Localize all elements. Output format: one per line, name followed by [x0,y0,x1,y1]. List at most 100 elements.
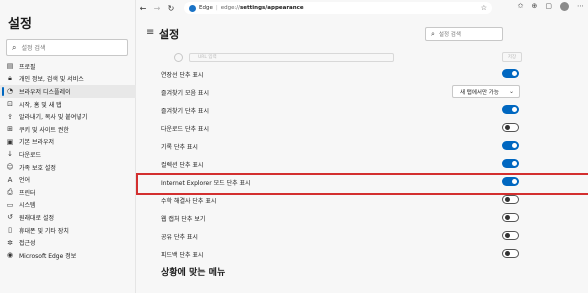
custom-url-radio[interactable] [174,52,183,62]
setting-toggle[interactable] [502,69,519,78]
sidebar-item[interactable]: ✲ 접근성 [0,236,136,249]
sidebar-item-label: 가족 보호 설정 [19,164,56,172]
setting-row: 웹 캡처 단추 보기 [136,209,588,227]
setting-toggle[interactable] [502,141,519,150]
setting-toggle[interactable] [502,249,519,258]
setting-row: Internet Explorer 모드 단추 표시 [136,173,588,195]
sidebar-item[interactable]: 🔒︎ 개인 정보, 검색 및 서비스 [0,73,136,86]
setting-label: 공유 단추 표시 [161,233,198,241]
setting-toggle[interactable] [502,213,519,222]
home-icon: ⊡ [7,100,13,109]
setting-toggle[interactable] [502,159,519,168]
settings-sidebar: 설정 ⌕ 설정 검색 ▤ 프로필 🔒︎ 개인 정보, 검색 및 서비스 ◔ 브라우저 디스… [0,0,136,293]
setting-label: 연장선 단추 표시 [161,71,204,79]
sidebar-item-label: 브라우저 디스플레이 [19,88,71,96]
sidebar-search-input[interactable]: ⌕ 설정 검색 [6,39,128,56]
dropdown-value: 새 탭에서만 가능 [460,89,499,96]
url-scheme: edge:// [220,5,241,11]
sidebar-item[interactable]: ↓ 다운로드 [0,148,136,161]
setting-label: 즐겨찾기 모음 표시 [161,89,209,97]
share-icon: ⇪ [7,112,13,121]
sidebar-item[interactable]: ▣ 기본 브라우저 [0,136,136,149]
profile-icon: ▤ [6,62,14,71]
sidebar-item-label: 개인 정보, 검색 및 서비스 [19,76,84,84]
hamburger-menu-icon[interactable]: ≡ [146,27,154,38]
extensions-icon[interactable]: ▢ [545,2,552,11]
favorites-icon[interactable]: ✩ [518,2,524,11]
more-menu-icon[interactable]: ⋯ [577,2,584,11]
read-aloud-icon[interactable]: ☆ [481,4,487,12]
sidebar-item-label: 쿠키 및 사이트 권한 [19,126,69,134]
sidebar-item[interactable]: ▭ 시스템 [0,199,136,212]
search-icon: ⌕ [431,29,435,38]
setting-row: 연장선 단추 표시 [136,65,588,83]
sidebar-item-label: 기본 브라우저 [19,139,55,147]
sidebar-search-placeholder: 설정 검색 [21,45,46,52]
setting-label: 다운로드 단추 표시 [161,125,209,133]
sidebar-item-label: 프린터 [19,189,36,197]
toolbar-settings-list: 연장선 단추 표시즐겨찾기 모음 표시 새 탭에서만 가능 ⌄ 즐겨찾기 단추 표시다… [136,65,588,263]
setting-toggle[interactable] [502,105,519,114]
refresh-icon[interactable]: ↻ [164,4,178,13]
custom-url-save-button[interactable]: 저장 [502,52,522,62]
collections-icon[interactable]: ⊕ [532,2,538,11]
sidebar-item[interactable]: ⎙ 프린터 [0,186,136,199]
setting-toggle[interactable] [502,195,519,204]
sidebar-item-label: 다운로드 [19,151,42,159]
setting-row: 컬렉션 단추 표시 [136,155,588,173]
language-icon: A [7,175,13,184]
settings-window: 설정 ⌕ 설정 검색 ▤ 프로필 🔒︎ 개인 정보, 검색 및 서비스 ◔ 브라우저 디스… [0,0,588,293]
setting-toggle[interactable] [502,231,519,240]
setting-label: Internet Explorer 모드 단추 표시 [161,179,251,187]
favorites-bar-dropdown[interactable]: 새 탭에서만 가능 ⌄ [452,85,520,98]
sidebar-item-label: 접근성 [19,240,36,248]
custom-url-input[interactable]: URL 입력 [189,52,394,62]
sidebar-item[interactable]: ☺ 가족 보호 설정 [0,161,136,174]
sidebar-item-label: 프로필 [19,63,36,71]
address-separator: | [215,5,218,11]
cookies-icon: ⊞ [7,125,13,134]
back-icon[interactable]: ← [136,4,150,13]
sidebar-item[interactable]: ▯ 휴대폰 및 기타 장치 [0,224,136,237]
setting-row: 즐겨찾기 모음 표시 새 탭에서만 가능 ⌄ [136,83,588,101]
setting-row: 수학 해결사 단추 표시 [136,191,588,209]
reset-icon: ↺ [7,213,13,222]
section-title-context-menu: 상황에 맞는 메뉴 [161,268,226,278]
sidebar-nav: ▤ 프로필 🔒︎ 개인 정보, 검색 및 서비스 ◔ 브라우저 디스플레이 ⊡ 시작, 홈 및… [0,60,136,262]
forward-icon[interactable]: → [150,4,164,13]
settings-search-input[interactable]: ⌕ 설정 검색 [425,27,503,41]
sidebar-item-label: 휴대폰 및 기타 장치 [19,227,69,235]
system-icon: ▭ [6,200,14,209]
address-chip: Edge [199,5,213,11]
phone-icon: ▯ [8,226,12,235]
appearance-icon: ◔ [6,87,14,96]
sidebar-item[interactable]: ⊡ 시작, 홈 및 새 탭 [0,98,136,111]
setting-label: 수학 해결사 단추 표시 [161,197,217,205]
sidebar-item[interactable]: ⊞ 쿠키 및 사이트 권한 [0,123,136,136]
sidebar-item[interactable]: A 언어 [0,173,136,186]
download-icon: ↓ [7,150,13,159]
default-browser-icon: ▣ [6,137,14,146]
toolbar-icons: ✩ ⊕ ▢ ⋯ [518,2,584,11]
url-path: settings/appearance [240,5,304,11]
address-bar[interactable]: Edge | edge:// settings/appearance ☆ [184,2,492,14]
sidebar-item[interactable]: ◔ 브라우저 디스플레이 [0,85,136,98]
sidebar-item-label: 시작, 홈 및 새 탭 [19,101,62,109]
lock-icon: 🔒︎ [8,74,12,83]
sidebar-item[interactable]: ↺ 원래대로 설정 [0,211,136,224]
sidebar-item-label: 시스템 [19,202,36,210]
setting-row: 기록 단추 표시 [136,137,588,155]
family-icon: ☺ [6,163,14,172]
sidebar-item[interactable]: ⇪ 알라내기, 복사 및 붙여넣기 [0,110,136,123]
sidebar-title: 설정 [8,17,32,32]
profile-avatar[interactable] [560,2,569,11]
sidebar-item[interactable]: ◉ Microsoft Edge 정보 [0,249,136,262]
sidebar-item[interactable]: ▤ 프로필 [0,60,136,73]
printer-icon: ⎙ [7,187,13,196]
setting-label: 즐겨찾기 단추 표시 [161,107,209,115]
setting-toggle[interactable] [502,177,519,186]
chevron-down-icon: ⌄ [508,88,514,95]
setting-toggle[interactable] [502,123,519,132]
custom-url-row: URL 입력 저장 [166,51,522,63]
settings-main: ≡ 설정 ⌕ 설정 검색 URL 입력 저장 연장선 단추 표시 즐겨찾기 모음 … [136,16,588,293]
